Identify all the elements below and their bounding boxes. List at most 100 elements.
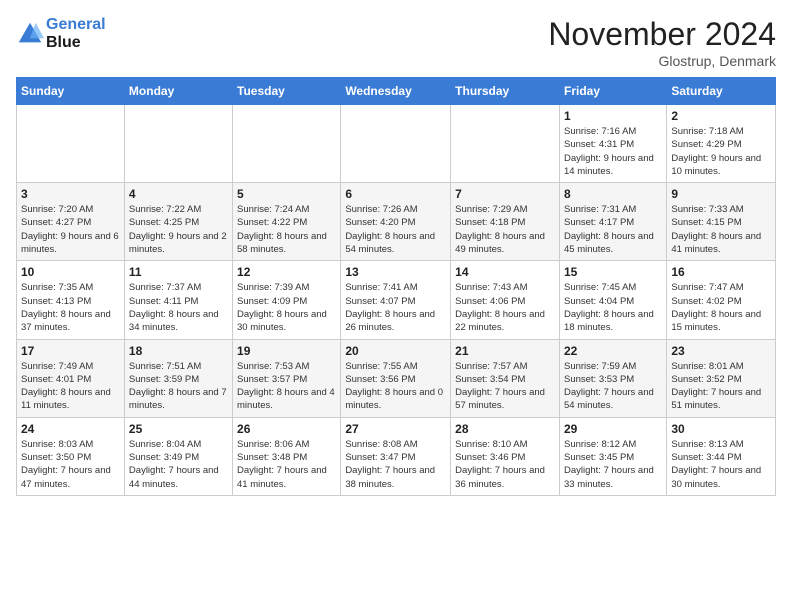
weekday-header-monday: Monday xyxy=(124,78,232,105)
day-detail: Sunrise: 7:47 AM Sunset: 4:02 PM Dayligh… xyxy=(671,281,771,334)
day-number: 27 xyxy=(345,422,446,436)
day-number: 16 xyxy=(671,265,771,279)
day-number: 9 xyxy=(671,187,771,201)
day-detail: Sunrise: 7:37 AM Sunset: 4:11 PM Dayligh… xyxy=(129,281,228,334)
calendar-cell: 4 Sunrise: 7:22 AM Sunset: 4:25 PM Daylig… xyxy=(124,183,232,261)
day-detail: Sunrise: 8:10 AM Sunset: 3:46 PM Dayligh… xyxy=(455,438,555,491)
day-detail: Sunrise: 7:43 AM Sunset: 4:06 PM Dayligh… xyxy=(455,281,555,334)
calendar-cell: 25 Sunrise: 8:04 AM Sunset: 3:49 PM Dayli… xyxy=(124,417,232,495)
day-number: 11 xyxy=(129,265,228,279)
calendar-cell: 20Sunrise: 7:55 AM Sunset: 3:56 PM Dayli… xyxy=(341,339,451,417)
day-number: 14 xyxy=(455,265,555,279)
day-number: 21 xyxy=(455,344,555,358)
calendar-cell: 26Sunrise: 8:06 AM Sunset: 3:48 PM Dayli… xyxy=(233,417,341,495)
calendar-cell: 23 Sunrise: 8:01 AM Sunset: 3:52 PM Dayli… xyxy=(667,339,776,417)
calendar-cell: 18 Sunrise: 7:51 AM Sunset: 3:59 PM Dayli… xyxy=(124,339,232,417)
day-detail: Sunrise: 8:03 AM Sunset: 3:50 PM Dayligh… xyxy=(21,438,120,491)
day-number: 6 xyxy=(345,187,446,201)
calendar-week-2: 3 Sunrise: 7:20 AM Sunset: 4:27 PM Daylig… xyxy=(17,183,776,261)
calendar-cell xyxy=(233,105,341,183)
calendar-cell: 24 Sunrise: 8:03 AM Sunset: 3:50 PM Dayli… xyxy=(17,417,125,495)
weekday-header-wednesday: Wednesday xyxy=(341,78,451,105)
weekday-header-tuesday: Tuesday xyxy=(233,78,341,105)
day-detail: Sunrise: 8:13 AM Sunset: 3:44 PM Dayligh… xyxy=(671,438,771,491)
day-detail: Sunrise: 7:16 AM Sunset: 4:31 PM Dayligh… xyxy=(564,125,662,178)
day-number: 3 xyxy=(21,187,120,201)
calendar-cell: 27 Sunrise: 8:08 AM Sunset: 3:47 PM Dayli… xyxy=(341,417,451,495)
day-detail: Sunrise: 7:53 AM Sunset: 3:57 PM Dayligh… xyxy=(237,360,336,413)
calendar-week-1: 1 Sunrise: 7:16 AM Sunset: 4:31 PM Daylig… xyxy=(17,105,776,183)
month-title: November 2024 xyxy=(548,16,776,53)
calendar-cell: 2 Sunrise: 7:18 AM Sunset: 4:29 PM Daylig… xyxy=(667,105,776,183)
calendar-cell: 16 Sunrise: 7:47 AM Sunset: 4:02 PM Dayli… xyxy=(667,261,776,339)
calendar-cell: 21 Sunrise: 7:57 AM Sunset: 3:54 PM Dayli… xyxy=(451,339,560,417)
day-detail: Sunrise: 7:35 AM Sunset: 4:13 PM Dayligh… xyxy=(21,281,120,334)
day-number: 12 xyxy=(237,265,336,279)
day-number: 28 xyxy=(455,422,555,436)
day-detail: Sunrise: 7:45 AM Sunset: 4:04 PM Dayligh… xyxy=(564,281,662,334)
day-number: 29 xyxy=(564,422,662,436)
weekday-header-saturday: Saturday xyxy=(667,78,776,105)
day-number: 30 xyxy=(671,422,771,436)
day-number: 22 xyxy=(564,344,662,358)
day-detail: Sunrise: 7:49 AM Sunset: 4:01 PM Dayligh… xyxy=(21,360,120,413)
calendar-cell: 10Sunrise: 7:35 AM Sunset: 4:13 PM Dayli… xyxy=(17,261,125,339)
day-number: 7 xyxy=(455,187,555,201)
day-detail: Sunrise: 7:18 AM Sunset: 4:29 PM Dayligh… xyxy=(671,125,771,178)
day-number: 20 xyxy=(345,344,446,358)
day-detail: Sunrise: 7:22 AM Sunset: 4:25 PM Dayligh… xyxy=(129,203,228,256)
day-number: 26 xyxy=(237,422,336,436)
day-detail: Sunrise: 7:59 AM Sunset: 3:53 PM Dayligh… xyxy=(564,360,662,413)
calendar-table: SundayMondayTuesdayWednesdayThursdayFrid… xyxy=(16,77,776,496)
calendar-cell xyxy=(341,105,451,183)
location: Glostrup, Denmark xyxy=(548,53,776,69)
day-detail: Sunrise: 7:57 AM Sunset: 3:54 PM Dayligh… xyxy=(455,360,555,413)
calendar-cell: 13Sunrise: 7:41 AM Sunset: 4:07 PM Dayli… xyxy=(341,261,451,339)
day-detail: Sunrise: 7:24 AM Sunset: 4:22 PM Dayligh… xyxy=(237,203,336,256)
calendar-week-4: 17 Sunrise: 7:49 AM Sunset: 4:01 PM Dayli… xyxy=(17,339,776,417)
calendar-cell: 6 Sunrise: 7:26 AM Sunset: 4:20 PM Daylig… xyxy=(341,183,451,261)
calendar-cell xyxy=(124,105,232,183)
calendar-week-3: 10Sunrise: 7:35 AM Sunset: 4:13 PM Dayli… xyxy=(17,261,776,339)
calendar-cell: 1 Sunrise: 7:16 AM Sunset: 4:31 PM Daylig… xyxy=(559,105,666,183)
calendar-cell xyxy=(17,105,125,183)
day-detail: Sunrise: 8:04 AM Sunset: 3:49 PM Dayligh… xyxy=(129,438,228,491)
day-number: 1 xyxy=(564,109,662,123)
day-detail: Sunrise: 7:51 AM Sunset: 3:59 PM Dayligh… xyxy=(129,360,228,413)
day-number: 18 xyxy=(129,344,228,358)
day-number: 4 xyxy=(129,187,228,201)
calendar-cell: 8Sunrise: 7:31 AM Sunset: 4:17 PM Daylig… xyxy=(559,183,666,261)
day-number: 17 xyxy=(21,344,120,358)
calendar-cell: 28 Sunrise: 8:10 AM Sunset: 3:46 PM Dayli… xyxy=(451,417,560,495)
weekday-header-thursday: Thursday xyxy=(451,78,560,105)
day-number: 2 xyxy=(671,109,771,123)
calendar-cell xyxy=(451,105,560,183)
calendar-cell: 12 Sunrise: 7:39 AM Sunset: 4:09 PM Dayli… xyxy=(233,261,341,339)
logo-text: General Blue xyxy=(46,16,106,52)
day-number: 23 xyxy=(671,344,771,358)
day-detail: Sunrise: 8:08 AM Sunset: 3:47 PM Dayligh… xyxy=(345,438,446,491)
weekday-header-sunday: Sunday xyxy=(17,78,125,105)
day-number: 13 xyxy=(345,265,446,279)
logo: General Blue xyxy=(16,16,106,52)
day-detail: Sunrise: 8:01 AM Sunset: 3:52 PM Dayligh… xyxy=(671,360,771,413)
day-detail: Sunrise: 7:29 AM Sunset: 4:18 PM Dayligh… xyxy=(455,203,555,256)
day-detail: Sunrise: 7:31 AM Sunset: 4:17 PM Dayligh… xyxy=(564,203,662,256)
calendar-header: SundayMondayTuesdayWednesdayThursdayFrid… xyxy=(17,78,776,105)
day-number: 24 xyxy=(21,422,120,436)
day-detail: Sunrise: 7:33 AM Sunset: 4:15 PM Dayligh… xyxy=(671,203,771,256)
calendar-cell: 11 Sunrise: 7:37 AM Sunset: 4:11 PM Dayli… xyxy=(124,261,232,339)
calendar-cell: 9 Sunrise: 7:33 AM Sunset: 4:15 PM Daylig… xyxy=(667,183,776,261)
calendar-cell: 30 Sunrise: 8:13 AM Sunset: 3:44 PM Dayli… xyxy=(667,417,776,495)
calendar-cell: 29Sunrise: 8:12 AM Sunset: 3:45 PM Dayli… xyxy=(559,417,666,495)
day-detail: Sunrise: 7:26 AM Sunset: 4:20 PM Dayligh… xyxy=(345,203,446,256)
day-number: 25 xyxy=(129,422,228,436)
logo-icon xyxy=(16,20,44,48)
calendar-cell: 19Sunrise: 7:53 AM Sunset: 3:57 PM Dayli… xyxy=(233,339,341,417)
calendar-cell: 15 Sunrise: 7:45 AM Sunset: 4:04 PM Dayli… xyxy=(559,261,666,339)
day-detail: Sunrise: 7:39 AM Sunset: 4:09 PM Dayligh… xyxy=(237,281,336,334)
day-number: 15 xyxy=(564,265,662,279)
page-header: General Blue November 2024 Glostrup, Den… xyxy=(16,16,776,69)
calendar-cell: 3 Sunrise: 7:20 AM Sunset: 4:27 PM Daylig… xyxy=(17,183,125,261)
day-detail: Sunrise: 7:20 AM Sunset: 4:27 PM Dayligh… xyxy=(21,203,120,256)
